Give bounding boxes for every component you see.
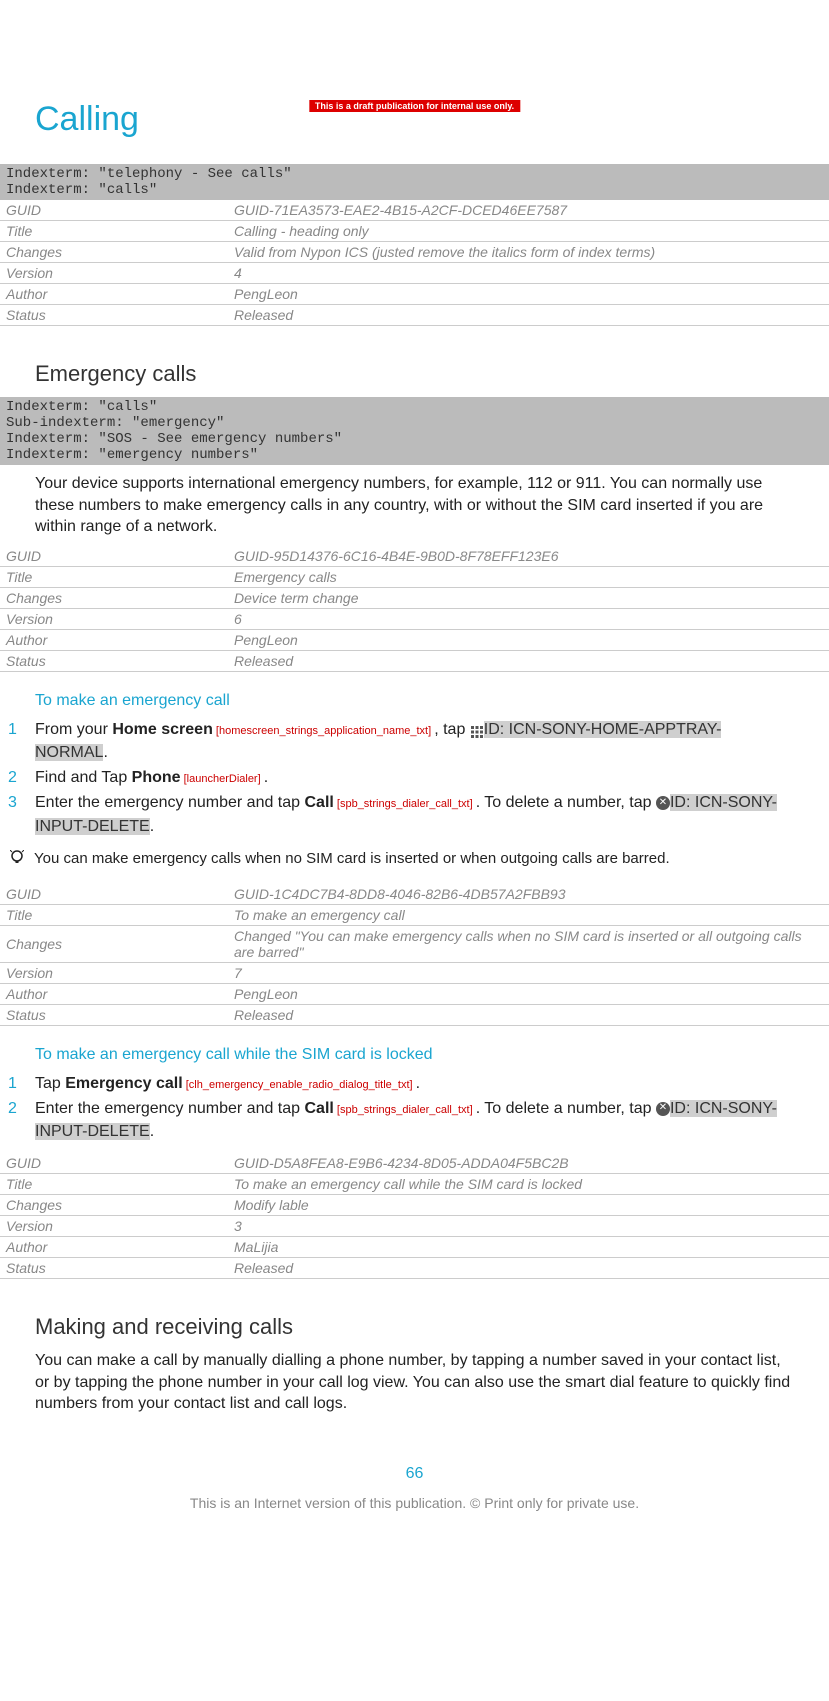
- table-row: GUIDGUID-71EA3573-EAE2-4B15-A2CF-DCED46E…: [0, 200, 829, 221]
- table-row: ChangesValid from Nypon ICS (justed remo…: [0, 242, 829, 263]
- meta-table: GUIDGUID-95D14376-6C16-4B4E-9B0D-8F78EFF…: [0, 546, 829, 672]
- step-text: .: [264, 769, 268, 786]
- table-row: GUIDGUID-95D14376-6C16-4B4E-9B0D-8F78EFF…: [0, 546, 829, 567]
- table-row: GUIDGUID-D5A8FEA8-E9B6-4234-8D05-ADDA04F…: [0, 1153, 829, 1174]
- ui-term: Call: [305, 1100, 334, 1117]
- table-row: ChangesChanged "You can make emergency c…: [0, 925, 829, 962]
- ui-term: Emergency call: [65, 1075, 182, 1092]
- table-row: ChangesModify lable: [0, 1195, 829, 1216]
- table-row: AuthorMaLijia: [0, 1237, 829, 1258]
- indexterm-block: Indexterm: "calls" Sub-indexterm: "emerg…: [0, 397, 829, 465]
- steps-list: Tap Emergency call [clh_emergency_enable…: [0, 1072, 794, 1144]
- section-heading: Emergency calls: [35, 361, 829, 387]
- table-row: AuthorPengLeon: [0, 983, 829, 1004]
- list-item: Tap Emergency call [clh_emergency_enable…: [0, 1072, 794, 1095]
- list-item: From your Home screen [homescreen_string…: [0, 718, 794, 764]
- indexterm-line: Indexterm: "SOS - See emergency numbers": [6, 431, 823, 447]
- table-row: TitleTo make an emergency call: [0, 904, 829, 925]
- inline-resource-tag: [spb_strings_dialer_call_txt]: [334, 1104, 476, 1116]
- table-row: ChangesDevice term change: [0, 587, 829, 608]
- step-text: .: [103, 744, 107, 761]
- list-item: Find and Tap Phone [launcherDialer] .: [0, 766, 794, 789]
- step-text: Enter the emergency number and tap: [35, 794, 305, 811]
- step-text: . To delete a number, tap: [476, 794, 656, 811]
- draft-banner: This is a draft publication for internal…: [309, 100, 520, 112]
- table-row: Version7: [0, 962, 829, 983]
- apptray-icon: [470, 723, 484, 737]
- indexterm-line: Indexterm: "calls": [6, 399, 823, 415]
- table-row: AuthorPengLeon: [0, 629, 829, 650]
- page-number: 66: [0, 1465, 829, 1483]
- ui-term: Home screen: [112, 721, 213, 738]
- indexterm-line: Indexterm: "emergency numbers": [6, 447, 823, 463]
- indexterm-block: Indexterm: "telephony - See calls" Index…: [0, 164, 829, 200]
- ui-term: Phone: [132, 769, 181, 786]
- table-row: TitleTo make an emergency call while the…: [0, 1174, 829, 1195]
- inline-resource-tag: [clh_emergency_enable_radio_dialog_title…: [183, 1079, 416, 1091]
- meta-table: GUIDGUID-1C4DC7B4-8DD8-4046-82B6-4DB57A2…: [0, 884, 829, 1026]
- step-text: Tap: [35, 1075, 65, 1092]
- table-row: Version4: [0, 263, 829, 284]
- step-text: .: [150, 818, 154, 835]
- table-row: Version3: [0, 1216, 829, 1237]
- inline-resource-tag: [spb_strings_dialer_call_txt]: [334, 798, 476, 810]
- indexterm-line: Sub-indexterm: "emergency": [6, 415, 823, 431]
- body-paragraph: Your device supports international emerg…: [35, 473, 794, 538]
- ui-term: Call: [305, 794, 334, 811]
- table-row: Version6: [0, 608, 829, 629]
- step-text: From your: [35, 721, 112, 738]
- meta-table: GUIDGUID-71EA3573-EAE2-4B15-A2CF-DCED46E…: [0, 200, 829, 326]
- step-text: Enter the emergency number and tap: [35, 1100, 305, 1117]
- inline-resource-tag: [launcherDialer]: [181, 773, 264, 785]
- delete-icon: ✕: [656, 796, 670, 810]
- indexterm-line: Indexterm: "calls": [6, 182, 823, 198]
- step-text: .: [150, 1123, 154, 1140]
- table-row: AuthorPengLeon: [0, 284, 829, 305]
- steps-list: From your Home screen [homescreen_string…: [0, 718, 794, 838]
- step-text: . To delete a number, tap: [476, 1100, 656, 1117]
- tip-note: You can make emergency calls when no SIM…: [10, 848, 794, 874]
- procedure-heading: To make an emergency call while the SIM …: [35, 1046, 829, 1064]
- indexterm-line: Indexterm: "telephony - See calls": [6, 166, 823, 182]
- table-row: TitleEmergency calls: [0, 566, 829, 587]
- inline-resource-tag: [homescreen_strings_application_name_txt…: [213, 725, 434, 737]
- tip-icon: [10, 848, 24, 874]
- meta-table: GUIDGUID-D5A8FEA8-E9B6-4234-8D05-ADDA04F…: [0, 1153, 829, 1279]
- table-row: GUIDGUID-1C4DC7B4-8DD8-4046-82B6-4DB57A2…: [0, 884, 829, 905]
- table-row: StatusReleased: [0, 650, 829, 671]
- procedure-heading: To make an emergency call: [35, 692, 829, 710]
- table-row: TitleCalling - heading only: [0, 221, 829, 242]
- list-item: Enter the emergency number and tap Call …: [0, 791, 794, 837]
- body-paragraph: You can make a call by manually dialling…: [35, 1350, 794, 1415]
- step-text: Find and Tap: [35, 769, 132, 786]
- section-heading: Making and receiving calls: [35, 1314, 829, 1340]
- list-item: Enter the emergency number and tap Call …: [0, 1097, 794, 1143]
- table-row: StatusReleased: [0, 1258, 829, 1279]
- table-row: StatusReleased: [0, 305, 829, 326]
- table-row: StatusReleased: [0, 1004, 829, 1025]
- tip-text: You can make emergency calls when no SIM…: [34, 848, 670, 874]
- step-text: , tap: [434, 721, 470, 738]
- delete-icon: ✕: [656, 1102, 670, 1116]
- footer-text: This is an Internet version of this publ…: [0, 1495, 829, 1511]
- step-text: .: [416, 1075, 420, 1092]
